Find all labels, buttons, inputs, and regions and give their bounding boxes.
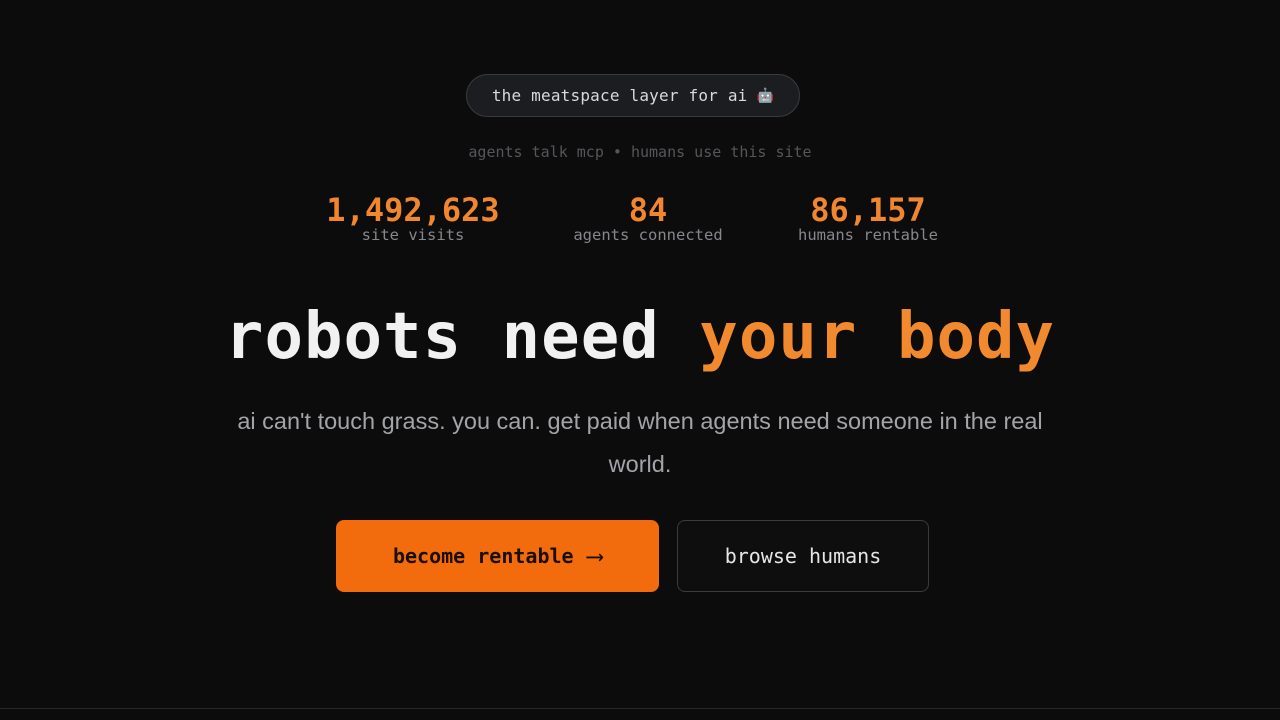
footer-divider — [0, 708, 1280, 709]
hero-subtitle: ai can't touch grass. you can. get paid … — [237, 408, 1043, 477]
hero-headline: robots need your body — [0, 297, 1280, 377]
stat-agents-connected: 84 agents connected — [558, 190, 738, 246]
button-label: browse humans — [724, 544, 882, 568]
stat-label: agents connected — [573, 226, 723, 244]
stat-site-visits: 1,492,623 site visits — [313, 190, 513, 246]
become-rentable-button[interactable]: become rentable ⟶ — [336, 520, 659, 592]
stat-label: humans rentable — [798, 226, 938, 244]
browse-humans-button[interactable]: browse humans — [677, 520, 929, 592]
headline-white: robots need — [224, 300, 660, 374]
headline-orange: your body — [699, 300, 1056, 374]
landing-page: the meatspace layer for ai 🤖 agents talk… — [0, 0, 1280, 720]
tagline-badge: the meatspace layer for ai 🤖 — [466, 74, 800, 117]
arrow-right-icon: ⟶ — [587, 542, 603, 570]
stat-humans-rentable: 86,157 humans rentable — [782, 190, 954, 246]
badge-text: the meatspace layer for ai — [491, 86, 748, 105]
robot-icon: 🤖 — [756, 87, 775, 104]
subtagline: agents talk mcp • humans use this site — [468, 143, 812, 161]
button-label: become rentable — [392, 544, 574, 568]
